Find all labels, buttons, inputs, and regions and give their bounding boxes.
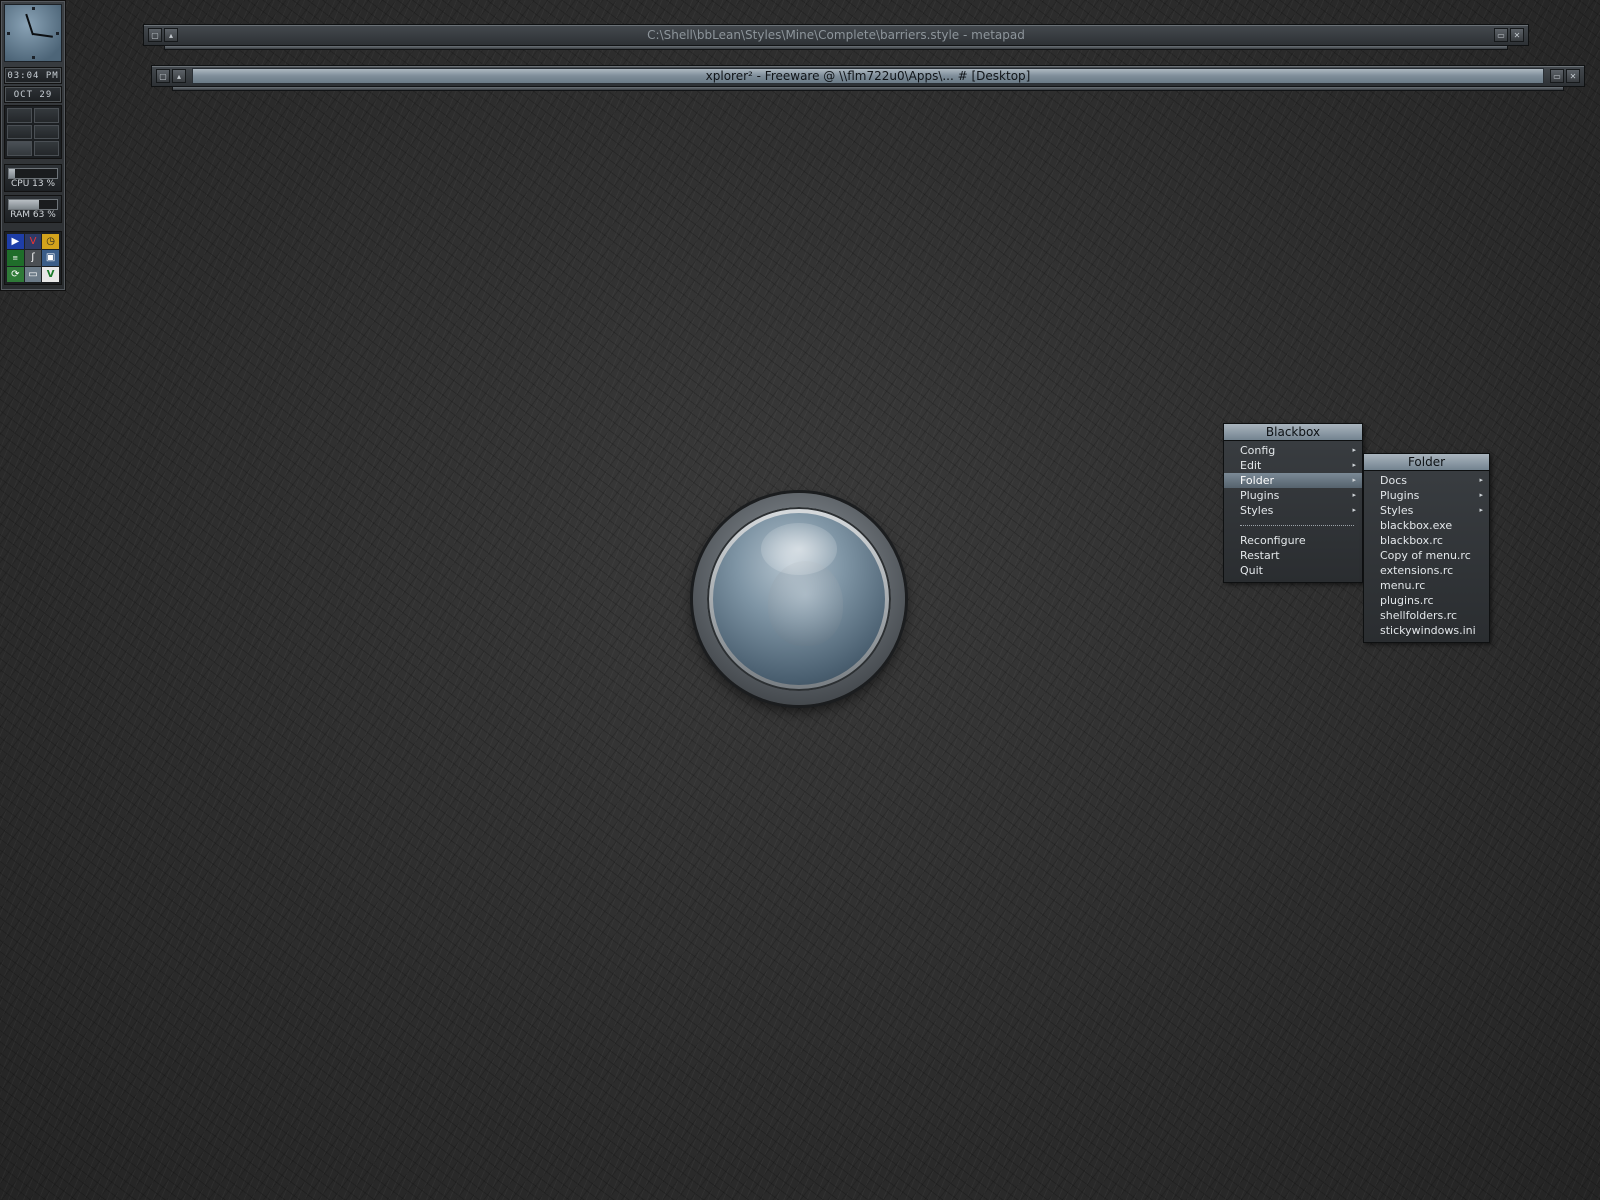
workspace-3[interactable]: [7, 124, 32, 140]
menu-item-edit[interactable]: Edit ▸: [1224, 458, 1362, 473]
submenu-arrow-icon: ▸: [1352, 446, 1356, 454]
tool-icon[interactable]: ʃ: [24, 250, 42, 266]
cpu-label: CPU 13 %: [10, 179, 56, 189]
system-tray: ▶ V ◷ ≡ ʃ ▣ ⟳ ▭ V: [4, 231, 62, 285]
window-shade-button[interactable]: ▴: [172, 69, 186, 83]
menu-item-label: Quit: [1240, 564, 1263, 577]
submenu-arrow-icon: ▸: [1352, 506, 1356, 514]
menu-item-styles[interactable]: Styles ▸: [1224, 503, 1362, 518]
menu-item-label: Plugins: [1380, 489, 1420, 502]
network-icon[interactable]: ▣: [42, 250, 59, 266]
menu-item-extensions-rc[interactable]: extensions.rc: [1364, 563, 1489, 578]
menu-item-styles[interactable]: Styles ▸: [1364, 503, 1489, 518]
submenu-arrow-icon: ▸: [1352, 461, 1356, 469]
workspace-2[interactable]: [34, 108, 59, 123]
window-frame-bottom: [164, 45, 1508, 50]
submenu-arrow-icon: ▸: [1352, 476, 1356, 484]
menu-item-label: Copy of menu.rc: [1380, 549, 1471, 562]
menu-item-blackbox-rc[interactable]: blackbox.rc: [1364, 533, 1489, 548]
ram-meter: RAM 63 %: [4, 195, 62, 223]
clock-date[interactable]: OCT 29: [4, 86, 62, 103]
menu-item-config[interactable]: Config ▸: [1224, 443, 1362, 458]
menu-item-label: Restart: [1240, 549, 1280, 562]
folder-submenu: Folder Docs ▸ Plugins ▸ Styles ▸ blackbox.exe b…: [1363, 453, 1490, 643]
menu-item-shellfolders-rc[interactable]: shellfolders.rc: [1364, 608, 1489, 623]
clock-hour-hand: [32, 33, 53, 38]
submenu-arrow-icon: ▸: [1479, 476, 1483, 484]
menu-title[interactable]: Folder: [1364, 454, 1489, 471]
workspace-5[interactable]: [7, 141, 32, 156]
menu-item-blackbox-exe[interactable]: blackbox.exe: [1364, 518, 1489, 533]
submenu-arrow-icon: ▸: [1352, 491, 1356, 499]
blackbox-root-menu: Blackbox Config ▸ Edit ▸ Folder ▸ Plugins ▸ Styl…: [1223, 423, 1363, 583]
antivirus-icon[interactable]: V: [24, 234, 42, 250]
window-title: C:\Shell\bbLean\Styles\Mine\Complete\bar…: [647, 28, 1025, 42]
menu-item-docs[interactable]: Docs ▸: [1364, 473, 1489, 488]
menu-item-label: Docs: [1380, 474, 1407, 487]
menu-item-label: menu.rc: [1380, 579, 1426, 592]
menu-item-copy-of-menu-rc[interactable]: Copy of menu.rc: [1364, 548, 1489, 563]
window-menu-button[interactable]: ▢: [148, 28, 162, 42]
menu-item-label: Plugins: [1240, 489, 1280, 502]
minimize-button[interactable]: ▭: [1550, 69, 1564, 83]
menu-item-folder[interactable]: Folder ▸: [1224, 473, 1362, 488]
update-icon[interactable]: ⟳: [7, 266, 24, 282]
menu-item-stickywindows-ini[interactable]: stickywindows.ini: [1364, 623, 1489, 638]
menu-item-label: stickywindows.ini: [1380, 624, 1476, 637]
window-menu-button[interactable]: ▢: [156, 69, 170, 83]
menu-item-menu-rc[interactable]: menu.rc: [1364, 578, 1489, 593]
menu-item-label: shellfolders.rc: [1380, 609, 1458, 622]
clock-app-icon[interactable]: ◷: [42, 234, 59, 250]
menu-item-restart[interactable]: Restart: [1224, 548, 1362, 563]
submenu-arrow-icon: ▸: [1479, 491, 1483, 499]
clock-minute-hand: [25, 13, 34, 36]
menu-item-label: Styles: [1240, 504, 1274, 517]
menu-item-label: Reconfigure: [1240, 534, 1306, 547]
network-meter-icon[interactable]: ≡: [7, 250, 24, 266]
close-button[interactable]: ✕: [1510, 28, 1524, 42]
vc-icon[interactable]: V: [42, 266, 59, 282]
menu-item-plugins[interactable]: Plugins ▸: [1364, 488, 1489, 503]
drive-icon[interactable]: ▭: [24, 266, 42, 282]
minimize-button[interactable]: ▭: [1494, 28, 1508, 42]
menu-item-label: plugins.rc: [1380, 594, 1434, 607]
menu-item-reconfigure[interactable]: Reconfigure: [1224, 533, 1362, 548]
submenu-arrow-icon: ▸: [1479, 506, 1483, 514]
clock-time[interactable]: 03:04 PM: [4, 67, 62, 84]
wallpaper-orb: [693, 493, 905, 705]
menu-separator: [1224, 518, 1362, 533]
menu-item-label: blackbox.rc: [1380, 534, 1443, 547]
menu-item-label: blackbox.exe: [1380, 519, 1453, 532]
cpu-meter-fill: [9, 169, 16, 178]
analog-clock: [4, 4, 62, 62]
media-player-icon[interactable]: ▶: [7, 234, 24, 250]
menu-item-label: Styles: [1380, 504, 1414, 517]
menu-item-label: Edit: [1240, 459, 1262, 472]
ram-label: RAM 63 %: [10, 210, 56, 220]
window-frame-bottom: [172, 86, 1564, 91]
menu-item-label: extensions.rc: [1380, 564, 1454, 577]
workspace-4[interactable]: [34, 124, 59, 140]
cpu-meter: CPU 13 %: [4, 164, 62, 192]
menu-item-plugins[interactable]: Plugins ▸: [1224, 488, 1362, 503]
workspace-1[interactable]: [7, 108, 32, 123]
window-titlebar-metapad[interactable]: ▢ ▴ C:\Shell\bbLean\Styles\Mine\Complete…: [143, 24, 1529, 50]
window-shade-button[interactable]: ▴: [164, 28, 178, 42]
window-titlebar-xplorer[interactable]: ▢ ▴ xplorer² - Freeware @ \\flm722u0\App…: [151, 65, 1585, 91]
workspace-pager: [4, 105, 62, 159]
slit-toolbar: 03:04 PM OCT 29 CPU 13 % RAM 63 % ▶ V ◷ …: [0, 0, 66, 291]
menu-title[interactable]: Blackbox: [1224, 424, 1362, 441]
menu-item-quit[interactable]: Quit: [1224, 563, 1362, 578]
close-button[interactable]: ✕: [1566, 69, 1580, 83]
menu-item-label: Folder: [1240, 474, 1274, 487]
workspace-6[interactable]: [34, 141, 59, 156]
menu-item-label: Config: [1240, 444, 1276, 457]
menu-item-plugins-rc[interactable]: plugins.rc: [1364, 593, 1489, 608]
ram-meter-fill: [9, 200, 40, 209]
window-title: xplorer² - Freeware @ \\flm722u0\Apps\..…: [192, 68, 1544, 84]
